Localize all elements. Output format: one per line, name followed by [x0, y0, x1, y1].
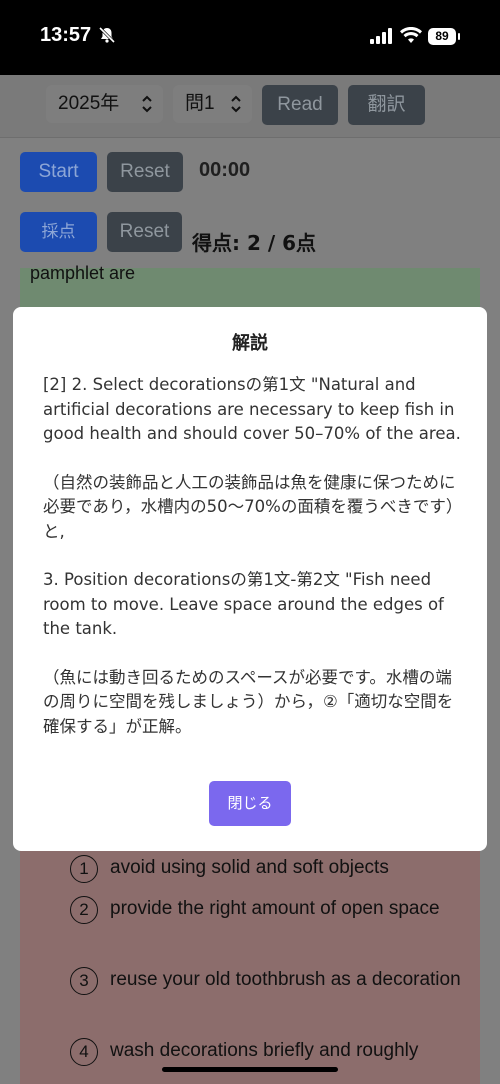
grade-reset-button[interactable]: Reset	[107, 212, 182, 252]
status-time: 13:57	[40, 24, 92, 46]
modal-paragraph: （魚には動き回るためのスペースが必要です。水槽の端の周りに空間を残しましょう）か…	[43, 667, 454, 736]
close-button[interactable]: 閉じる	[209, 781, 291, 826]
start-button[interactable]: Start	[20, 152, 97, 192]
modal-paragraph: （自然の装飾品と人工の装飾品は魚を健康に保つために必要であり，水槽内の50〜70…	[43, 472, 463, 541]
option-text: avoid using solid and soft objects	[110, 857, 389, 878]
option-number: 4	[70, 1038, 98, 1066]
wifi-icon	[400, 26, 422, 48]
timer-display: 00:00	[199, 159, 251, 181]
translate-button[interactable]: 翻訳	[348, 85, 425, 125]
question-select[interactable]: 問1	[173, 85, 252, 123]
year-select[interactable]: 2025年	[46, 85, 163, 123]
modal-paragraph: 3. Position decorationsの第1文-第2文 "Fish ne…	[43, 570, 444, 638]
explanation-modal: 解説 [2] 2. Select decorationsの第1文 "Natura…	[13, 307, 487, 851]
chevron-updown-icon	[141, 85, 153, 137]
battery-icon: 89	[428, 28, 456, 45]
option-text: provide the right amount of open space	[110, 898, 440, 919]
cellular-signal-icon	[370, 28, 394, 48]
option-number: 1	[70, 855, 98, 883]
home-indicator	[162, 1067, 338, 1072]
year-select-value: 2025年	[58, 93, 120, 114]
option-text: reuse your old toothbrush as a decoratio…	[110, 969, 461, 990]
grade-button[interactable]: 採点	[20, 212, 97, 252]
bell-muted-icon	[98, 26, 116, 48]
option-number: 3	[70, 967, 98, 995]
question-text: pamphlet are	[30, 263, 136, 283]
score-text: 得点: 2 / 6点	[192, 231, 317, 255]
read-button[interactable]: Read	[262, 85, 338, 125]
battery-tip	[458, 33, 460, 40]
option-number: 2	[70, 896, 98, 924]
option-text: wash decorations briefly and roughly	[110, 1040, 419, 1061]
status-bar: 13:57 89	[0, 0, 500, 75]
question-select-value: 問1	[185, 93, 215, 114]
modal-paragraph: [2] 2. Select decorationsの第1文 "Natural a…	[43, 375, 461, 443]
chevron-updown-icon	[230, 85, 242, 137]
modal-title: 解説	[232, 333, 268, 354]
modal-body: [2] 2. Select decorationsの第1文 "Natural a…	[43, 373, 463, 763]
timer-reset-button[interactable]: Reset	[107, 152, 183, 192]
